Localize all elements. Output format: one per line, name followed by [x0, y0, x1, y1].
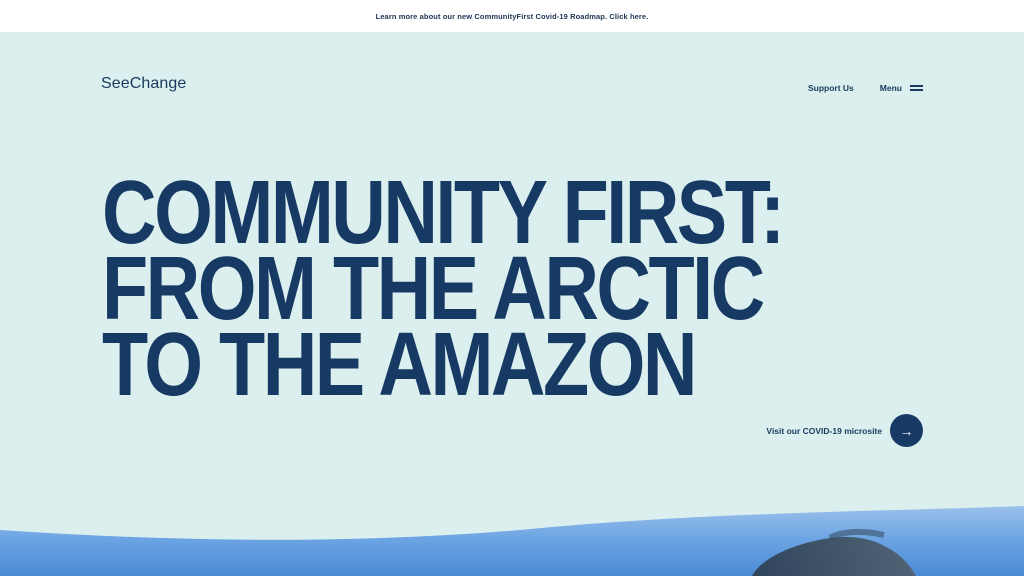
hamburger-icon — [910, 85, 923, 91]
covid-microsite-cta[interactable]: Visit our COVID-19 microsite → — [766, 414, 923, 447]
site-logo[interactable]: SeeChange — [101, 75, 186, 93]
arrow-right-icon[interactable]: → — [890, 414, 923, 447]
sky-image-wave — [0, 506, 1024, 576]
top-banner[interactable]: Learn more about our new CommunityFirst … — [0, 0, 1024, 32]
hero-headline: COMMUNITY FIRST: FROM THE ARCTIC TO THE … — [102, 168, 785, 415]
menu-button[interactable]: Menu — [880, 83, 923, 93]
hero-section: SeeChange Support Us Menu COMMUNITY FIRS… — [0, 32, 1024, 576]
support-us-link[interactable]: Support Us — [808, 83, 854, 93]
top-nav: Support Us Menu — [808, 83, 923, 93]
menu-label: Menu — [879, 83, 902, 93]
top-banner-link[interactable]: Learn more about our new CommunityFirst … — [376, 12, 649, 21]
headline-line-3: TO THE AMAZON — [102, 315, 698, 415]
cta-label[interactable]: Visit our COVID-19 microsite — [766, 426, 882, 436]
